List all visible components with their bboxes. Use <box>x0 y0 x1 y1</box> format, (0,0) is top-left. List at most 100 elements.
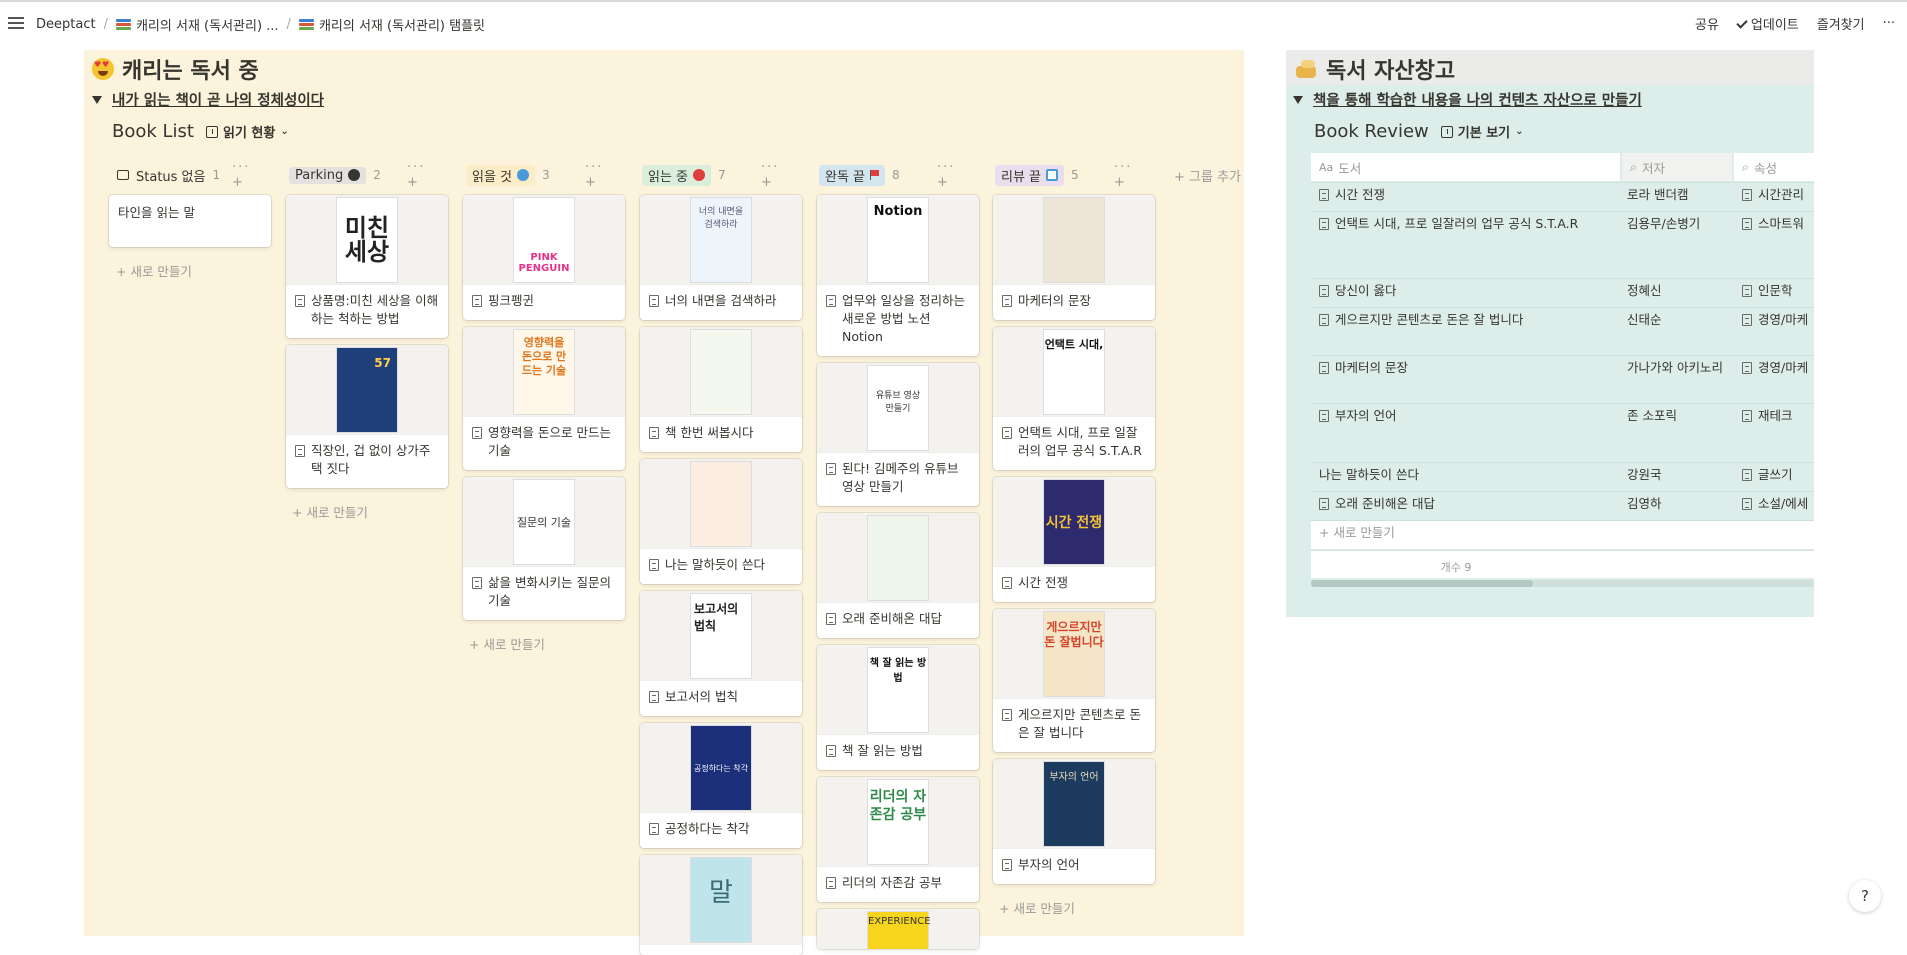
add-group-button[interactable]: + 그룹 추가 <box>1174 165 1241 185</box>
cell-book[interactable]: 오래 준비해온 대답 <box>1319 495 1435 513</box>
review-toggle[interactable]: 책을 통해 학습한 내용을 나의 컨텐츠 자산으로 만들기 <box>1293 89 1642 110</box>
column-header-no-status[interactable]: Status 없음 1 ··· + <box>117 160 248 190</box>
cell-book[interactable]: 당신이 옳다 <box>1319 282 1396 300</box>
book-card[interactable]: 마케터의 문장 <box>993 195 1155 320</box>
page-icon <box>1742 218 1752 230</box>
book-card[interactable]: 타인을 읽는 말 <box>109 195 271 247</box>
book-card[interactable]: Notion 업무와 일상을 정리하는 새로운 방법 노션 Notion <box>817 195 979 356</box>
cell-attribute[interactable]: 경영/마케 <box>1742 311 1808 329</box>
column-header-attribute[interactable]: ⌕ 속성 <box>1734 153 1814 181</box>
book-card[interactable]: 질문의 기술 삶을 변화시키는 질문의 기술 <box>463 477 625 620</box>
horizontal-scrollbar[interactable] <box>1311 580 1814 587</box>
cell-author[interactable]: 가나가와 아키노리 <box>1627 359 1737 377</box>
cell-attribute[interactable]: 재테크 <box>1742 407 1793 425</box>
book-card[interactable]: 게으르지만 돈 잘법니다 게으르지만 콘텐츠로 돈은 잘 법니다 <box>993 609 1155 752</box>
toggle-triangle-icon[interactable] <box>92 95 102 104</box>
book-review-title[interactable]: Book Review <box>1314 121 1429 142</box>
cell-attribute[interactable]: 인문학 <box>1742 282 1793 300</box>
more-button[interactable]: ··· <box>1883 16 1895 31</box>
new-card-button[interactable]: + 새로 만들기 <box>999 898 1075 917</box>
cell-book[interactable]: 시간 전쟁 <box>1319 186 1385 204</box>
cell-attribute[interactable]: 글쓰기 <box>1742 466 1793 484</box>
updates-button[interactable]: 업데이트 <box>1736 14 1799 33</box>
book-card[interactable]: 책 한번 써봅시다 <box>640 327 802 452</box>
cell-book[interactable]: 언택트 시대, 프로 일잘러의 업무 공식 S.T.A.R <box>1319 215 1578 233</box>
favorites-button[interactable]: 즐겨찾기 <box>1817 14 1865 33</box>
book-card[interactable]: 부자의 언어 부자의 언어 <box>993 759 1155 884</box>
cell-author[interactable]: 강원국 <box>1627 466 1662 484</box>
cell-author[interactable]: 김용무/손병기 <box>1627 215 1700 233</box>
book-card[interactable]: 시간 전쟁 시간 전쟁 <box>993 477 1155 602</box>
column-actions[interactable]: ··· + <box>407 160 425 190</box>
column-actions[interactable]: ··· + <box>937 160 955 190</box>
view-tab-default[interactable]: 기본 보기 ⌄ <box>1440 122 1524 141</box>
column-header-author[interactable]: ⌕ 저자 <box>1622 153 1732 181</box>
book-card[interactable]: 미친세상 상품명:미친 세상을 이해하는 척하는 방법 <box>286 195 448 338</box>
book-card[interactable]: PINK PENGUIN 핑크펭귄 <box>463 195 625 320</box>
new-card-button[interactable]: + 새로 만들기 <box>116 261 192 280</box>
page-icon <box>649 559 659 571</box>
new-card-button[interactable]: + 새로 만들기 <box>292 502 368 521</box>
scrollbar-thumb[interactable] <box>1311 580 1533 587</box>
column-actions[interactable]: ··· + <box>761 160 779 190</box>
column-actions[interactable]: ··· + <box>232 160 250 190</box>
breadcrumb-item-template[interactable]: 캐리의 서재 (독서관리) 탬플릿 <box>298 15 485 34</box>
toggle-triangle-icon[interactable] <box>1293 95 1303 104</box>
book-card[interactable]: 공정하다는 착각 공정하다는 착각 <box>640 723 802 848</box>
cell-attribute[interactable]: 소설/에세 <box>1742 495 1808 513</box>
breadcrumb-workspace[interactable]: Deeptact <box>36 17 96 32</box>
table-row[interactable]: 언택트 시대, 프로 일잘러의 업무 공식 S.T.A.R 김용무/손병기 스마… <box>1311 211 1814 277</box>
reading-toggle[interactable]: 내가 읽는 책이 곧 나의 정체성이다 <box>92 89 324 110</box>
book-card[interactable]: EXPERIENCE <box>817 909 979 949</box>
column-header-to-read[interactable]: 읽을 것 3 ··· + <box>466 160 601 190</box>
view-tab-label: 읽기 현황 <box>222 126 276 141</box>
book-card[interactable]: 나는 말하듯이 쓴다 <box>640 459 802 584</box>
cell-author[interactable]: 김영하 <box>1627 495 1662 513</box>
table-row[interactable]: 나는 말하듯이 쓴다 강원국 글쓰기 <box>1311 462 1814 491</box>
view-tab-reading-status[interactable]: 읽기 현황 ⌄ <box>205 122 289 141</box>
column-actions[interactable]: ··· + <box>585 160 603 190</box>
help-button[interactable]: ? <box>1849 880 1881 912</box>
book-card[interactable]: 영향력을 돈으로 만드는 기술 영향력을 돈으로 만드는 기술 <box>463 327 625 470</box>
cell-author[interactable]: 로라 밴더캠 <box>1627 186 1688 204</box>
table-row[interactable]: 게으르지만 콘텐츠로 돈은 잘 법니다 신태순 경영/마케 <box>1311 307 1814 355</box>
column-header-parking[interactable]: Parking 2 ··· + <box>289 160 423 190</box>
column-actions[interactable]: ··· + <box>1114 160 1132 190</box>
cover-text: 부자의 언어 <box>1043 761 1105 847</box>
cell-author[interactable]: 존 소포릭 <box>1627 407 1677 425</box>
table-row[interactable]: 당신이 옳다 정혜신 인문학 <box>1311 278 1814 307</box>
cell-book[interactable]: 나는 말하듯이 쓴다 <box>1319 466 1419 484</box>
share-button[interactable]: 공유 <box>1695 14 1719 33</box>
column-header-reviewed[interactable]: 리뷰 끝 5 ··· + <box>995 160 1130 190</box>
cell-attribute[interactable]: 시간관리 <box>1742 186 1804 204</box>
book-card[interactable]: 57 직장인, 겁 없이 상가주택 짓다 <box>286 345 448 488</box>
book-card[interactable]: 보고서의 법칙 보고서의 법칙 <box>640 591 802 716</box>
cell-attribute[interactable]: 경영/마케 <box>1742 359 1808 377</box>
column-header-finished[interactable]: 완독 끝 8 ··· + <box>819 160 953 190</box>
column-header-reading[interactable]: 읽는 중 7 ··· + <box>642 160 777 190</box>
table-row[interactable]: 부자의 언어 존 소포릭 재테크 <box>1311 403 1814 459</box>
table-row[interactable]: 시간 전쟁 로라 밴더캠 시간관리 <box>1311 182 1814 211</box>
book-card[interactable]: 책 잘 읽는 방법 책 잘 읽는 방법 <box>817 645 979 770</box>
book-card[interactable]: 말 <box>640 855 802 955</box>
book-card[interactable]: 리더의 자존감 공부 리더의 자존감 공부 <box>817 777 979 902</box>
table-row[interactable]: 마케터의 문장 가나가와 아키노리 경영/마케 <box>1311 355 1814 403</box>
breadcrumb-item-library[interactable]: 캐리의 서재 (독서관리) ... <box>115 15 279 34</box>
new-card-button[interactable]: + 새로 만들기 <box>469 634 545 653</box>
cell-text: 마케터의 문장 <box>1335 360 1408 375</box>
cell-attribute[interactable]: 스마트워 <box>1742 215 1804 233</box>
column-header-book[interactable]: Aa 도서 <box>1311 153 1620 181</box>
new-row-button[interactable]: + 새로 만들기 <box>1311 520 1814 549</box>
book-card[interactable]: 유튜브 영상 만들기 된다! 김메주의 유튜브 영상 만들기 <box>817 363 979 506</box>
cell-book[interactable]: 마케터의 문장 <box>1319 359 1408 377</box>
table-row[interactable]: 오래 준비해온 대답 김영하 소설/에세 <box>1311 491 1814 520</box>
book-list-title[interactable]: Book List <box>112 121 194 142</box>
book-card[interactable]: 오래 준비해온 대답 <box>817 513 979 638</box>
menu-icon[interactable] <box>8 17 24 29</box>
cell-book[interactable]: 게으르지만 콘텐츠로 돈은 잘 법니다 <box>1319 311 1523 329</box>
cell-author[interactable]: 정혜신 <box>1627 282 1662 300</box>
book-card[interactable]: 언택트 시대, 언택트 시대, 프로 일잘러의 업무 공식 S.T.A.R <box>993 327 1155 470</box>
cell-book[interactable]: 부자의 언어 <box>1319 407 1396 425</box>
book-card[interactable]: 너의 내면을 검색하라 너의 내면을 검색하라 <box>640 195 802 320</box>
cell-author[interactable]: 신태순 <box>1627 311 1662 329</box>
